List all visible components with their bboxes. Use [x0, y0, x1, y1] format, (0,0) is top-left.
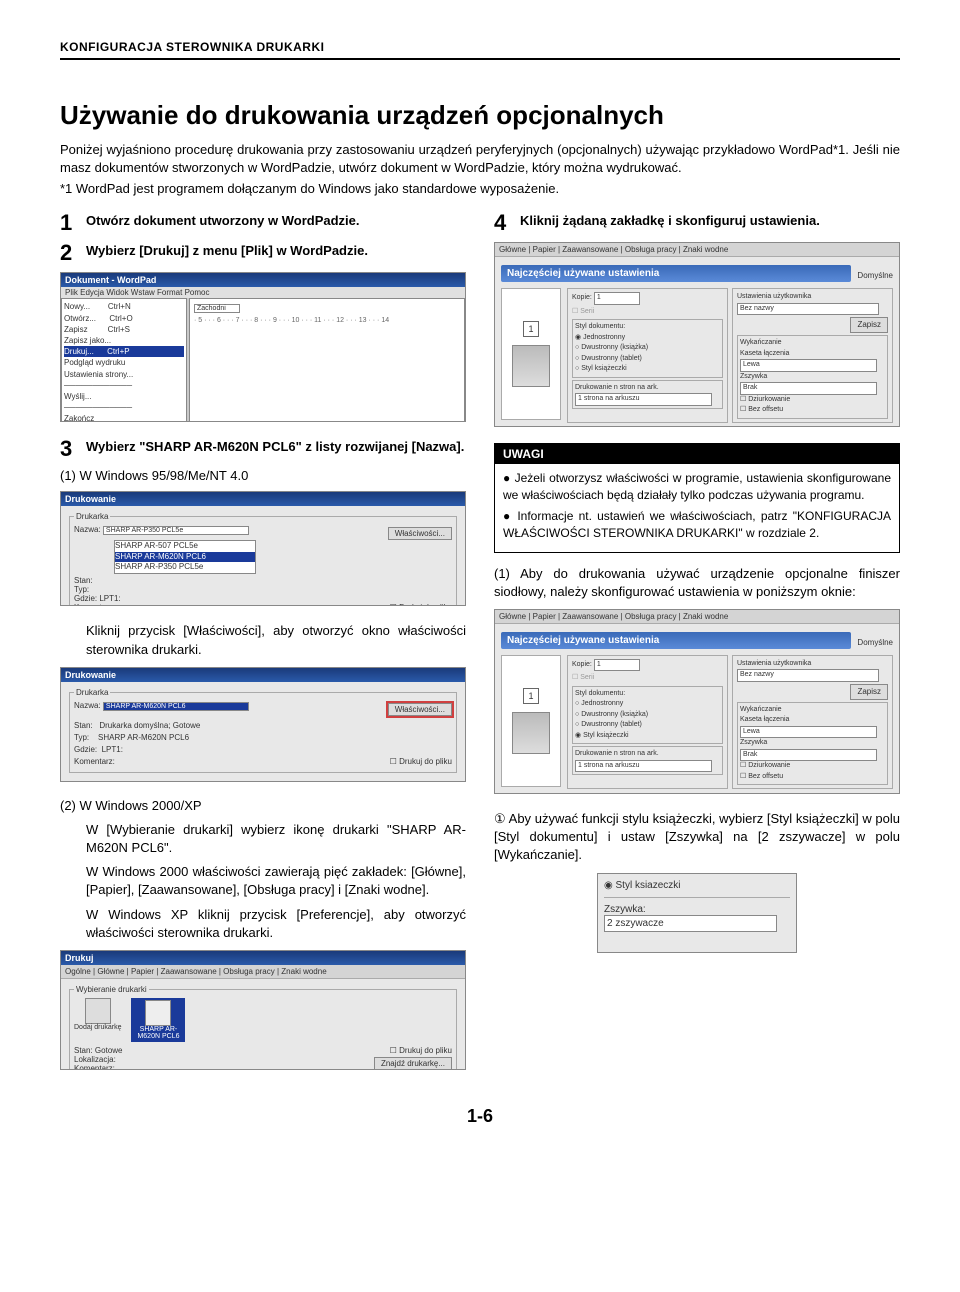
step-2-num: 2	[60, 242, 78, 264]
right-column: 4 Kliknij żądaną zakładkę i skonfiguruj …	[494, 212, 900, 1086]
left-column: 1 Otwórz dokument utworzony w WordPadzie…	[60, 212, 466, 1086]
screenshot-driver-1: Główne | Papier | Zaawansowane | Obsługa…	[494, 242, 900, 427]
printsel-name-val: SHARP AR-M620N PCL6	[103, 702, 249, 711]
print95-name-lbl: Nazwa:	[74, 525, 101, 534]
step-1-num: 1	[60, 212, 78, 234]
step-3-text: Wybierz "SHARP AR-M620N PCL6" z listy ro…	[86, 438, 466, 456]
drv2-tabs: Główne | Papier | Zaawansowane | Obsługa…	[495, 610, 899, 624]
step-3-num: 3	[60, 438, 78, 460]
screenshot-print-xp: Drukuj Ogólne | Główne | Papier | Zaawan…	[60, 950, 466, 1070]
step3-p3: W Windows 2000 właściwości zawierają pię…	[86, 863, 466, 899]
drv1-printer-icon	[512, 345, 550, 387]
step3-p4: W Windows XP kliknij przycisk [Preferenc…	[86, 906, 466, 942]
drv1-page-num: 1	[523, 321, 539, 337]
print95-title: Drukowanie	[61, 492, 465, 506]
print95-where: Gdzie:	[74, 594, 97, 603]
wordpad-font: Zachodni	[194, 304, 240, 313]
wordpad-menu: Plik Edycja Widok Wstaw Format Pomoc	[61, 287, 465, 298]
printsel-title: Drukowanie	[61, 668, 465, 682]
drv2-bar: Najczęściej używane ustawienia	[501, 632, 851, 649]
printsel-name-lbl: Nazwa:	[74, 701, 101, 710]
screenshot-print-win95: Drukowanie Drukarka Nazwa: SHARP AR-P350…	[60, 491, 466, 606]
step-2: 2 Wybierz [Drukuj] z menu [Plik] w WordP…	[60, 242, 466, 264]
print95-type: Typ:	[74, 585, 89, 594]
print95-state: Stan:	[74, 576, 93, 585]
step-4: 4 Kliknij żądaną zakładkę i skonfiguruj …	[494, 212, 900, 234]
print95-list1: SHARP AR-507 PCL5e	[115, 541, 255, 551]
step-3-sub1: (1) W Windows 95/98/Me/NT 4.0	[60, 468, 466, 483]
drv1-bar: Najczęściej używane ustawienia	[501, 265, 851, 282]
booklet-staple-val: 2 zszywacze	[604, 915, 777, 932]
step-4-text: Kliknij żądaną zakładkę i skonfiguruj us…	[520, 212, 900, 230]
printsel-props-btn: Właściwości...	[388, 703, 452, 716]
print95-name-val: SHARP AR-P350 PCL5e	[103, 526, 249, 535]
print95-tofile: ☐ Drukuj do pliku	[390, 603, 452, 607]
page-title: Używanie do drukowania urządzeń opcjonal…	[60, 100, 900, 131]
screenshot-print-selected: Drukowanie Drukarka Nazwa: SHARP AR-M620…	[60, 667, 466, 782]
page-header: KONFIGURACJA STEROWNIKA DRUKARKI	[60, 40, 900, 60]
step-1: 1 Otwórz dokument utworzony w WordPadzie…	[60, 212, 466, 234]
print95-comment: Komentarz:	[74, 603, 115, 607]
intro-text: Poniżej wyjaśniono procedurę drukowania …	[60, 141, 900, 177]
wordpad-title: Dokument - WordPad	[61, 273, 465, 287]
page-number: 1-6	[60, 1106, 900, 1127]
step-3-sub2: (2) W Windows 2000/XP	[60, 798, 466, 813]
screenshot-booklet: ◉ Styl ksiazeczki Zszywka: 2 zszywacze	[597, 873, 797, 953]
screenshot-wordpad: Dokument - WordPad Plik Edycja Widok Wst…	[60, 272, 466, 422]
print95-list2: SHARP AR-M620N PCL6	[115, 552, 255, 562]
printxp-title: Drukuj	[61, 951, 465, 965]
uwagi-box: UWAGI Jeżeli otworzysz właściwości w pro…	[494, 443, 900, 552]
right-p1: ① Aby używać funkcji stylu książeczki, w…	[494, 810, 900, 865]
print95-list3: SHARP AR-P350 PCL5e	[115, 562, 255, 572]
step-2-text: Wybierz [Drukuj] z menu [Plik] w WordPad…	[86, 242, 466, 260]
print95-props-btn: Właściwości...	[388, 527, 452, 540]
print95-group: Drukarka	[74, 512, 110, 521]
uwagi-bullet-2: Informacje nt. ustawień we właściwościac…	[503, 508, 891, 542]
step-1-text: Otwórz dokument utworzony w WordPadzie.	[86, 212, 466, 230]
step3-p1: Kliknij przycisk [Właściwości], aby otwo…	[86, 622, 466, 658]
printsel-group: Drukarka	[74, 688, 110, 697]
uwagi-title: UWAGI	[495, 444, 899, 464]
step-4-num: 4	[494, 212, 512, 234]
step3-p2: W [Wybieranie drukarki] wybierz ikonę dr…	[86, 821, 466, 857]
wordpad-file-menu: Nowy... Ctrl+N Otwórz... Ctrl+O Zapisz C…	[61, 298, 187, 422]
right-sub1: (1) Aby do drukowania używać urządzenie …	[494, 565, 900, 601]
screenshot-driver-2: Główne | Papier | Zaawansowane | Obsługa…	[494, 609, 900, 794]
printxp-group: Wybieranie drukarki	[74, 985, 149, 994]
footnote: *1 WordPad jest programem dołączanym do …	[60, 181, 900, 196]
drv1-tabs: Główne | Papier | Zaawansowane | Obsługa…	[495, 243, 899, 257]
uwagi-bullet-1: Jeżeli otworzysz właściwości w programie…	[503, 470, 891, 504]
printxp-tabs: Ogólne | Główne | Papier | Zaawansowane …	[61, 965, 465, 979]
step-3: 3 Wybierz "SHARP AR-M620N PCL6" z listy …	[60, 438, 466, 460]
